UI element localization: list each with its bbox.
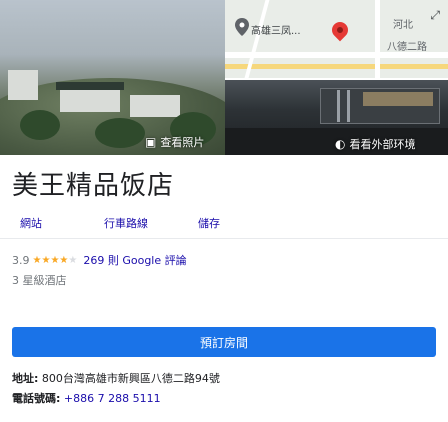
view-photos-label: 查看照片 — [160, 136, 205, 149]
map-thumbnail[interactable]: 高雄三凤... 河北 八德二路 ⤢ — [225, 0, 448, 78]
divider — [0, 238, 448, 239]
photo-roof — [56, 82, 124, 90]
photo-building — [60, 88, 120, 112]
photo-tree — [20, 110, 60, 140]
phone-row: 電話號碼: +886 7 288 5111 — [12, 390, 161, 406]
photo-building — [8, 70, 38, 100]
phone-label: 電話號碼: — [12, 392, 61, 405]
expand-icon[interactable]: ⤢ — [430, 8, 440, 23]
photo-building — [130, 95, 180, 117]
view-photos-button[interactable]: ▣ 查看照片 — [145, 134, 204, 150]
save-button[interactable]: 儲存 — [198, 212, 220, 234]
star-empty-icon: ★ — [68, 254, 78, 266]
map-road-label: 八德二路 — [387, 42, 427, 53]
map-district-label: 河北 — [393, 20, 413, 31]
map-place-label: 高雄三凤... — [251, 26, 301, 37]
street-view-thumbnail[interactable]: ◐ 看看外部环境 — [225, 80, 448, 155]
reviews-link[interactable]: 269 則 Google 評論 — [83, 252, 186, 268]
action-bar: 網站 行車路線 儲存 — [12, 212, 436, 234]
rating-score: 3.9 — [12, 253, 30, 267]
street-view-icon: ◐ — [335, 137, 346, 151]
view-outside-label: 看看外部环境 — [349, 138, 416, 151]
map-road — [375, 0, 380, 78]
directions-button[interactable]: 行車路線 — [104, 212, 148, 234]
place-marker-icon — [235, 18, 249, 36]
photo-icon: ▣ — [145, 135, 157, 149]
hotel-title: 美王精品饭店 — [12, 171, 175, 201]
map-pin-icon — [328, 18, 352, 42]
street-sign — [363, 92, 433, 106]
hotel-class: 3 星級酒店 — [12, 274, 67, 287]
view-outside-button[interactable]: ◐ 看看外部环境 — [335, 136, 415, 152]
address-label: 地址: — [12, 372, 39, 385]
street-pillar — [337, 90, 340, 122]
hotel-photo[interactable]: ▣ 查看照片 — [0, 0, 225, 155]
rating-row: 3.9 ★★★★★ 269 則 Google 評論 — [12, 252, 187, 268]
phone-link[interactable]: +886 7 288 5111 — [64, 392, 161, 405]
address-value: 800台灣高雄市新興區八德二路94號 — [41, 372, 220, 385]
address-row: 地址: 800台灣高雄市新興區八德二路94號 — [12, 370, 220, 386]
street-pillar — [347, 90, 350, 122]
website-button[interactable]: 網站 — [20, 212, 42, 234]
hotel-media: ▣ 查看照片 高雄三凤... 河北 八德二路 ⤢ ◐ 看看外部环境 — [0, 0, 448, 155]
book-room-button[interactable]: 預訂房間 — [12, 327, 436, 357]
photo-tree — [95, 118, 145, 148]
rating-stars: ★★★★★ — [33, 255, 78, 266]
map-road — [225, 64, 448, 69]
